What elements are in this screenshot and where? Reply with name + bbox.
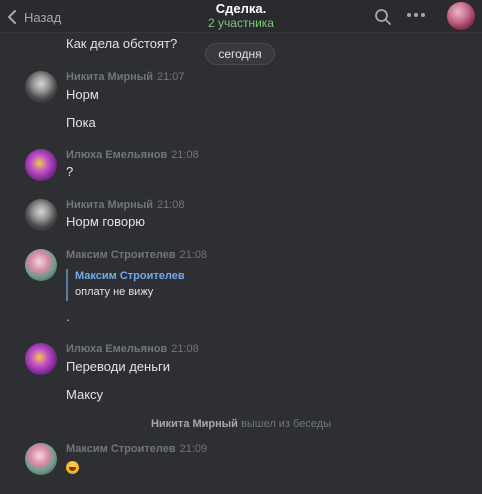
quoted-message[interactable]: Максим Строителев оплату не вижу — [66, 269, 185, 301]
message-time: 21:07 — [156, 71, 185, 83]
more-icon[interactable] — [406, 12, 426, 18]
message-text: Максу — [66, 387, 104, 402]
quote-author: Максим Строителев — [75, 270, 185, 282]
message-text: . — [66, 309, 70, 324]
author-name[interactable]: Илюха Емельянов — [66, 149, 167, 161]
message-text: Как дела обстоят? — [66, 36, 178, 51]
message-text: ? — [66, 164, 74, 179]
grinning-squint-face-icon — [66, 461, 79, 474]
chat-avatar[interactable] — [447, 2, 475, 30]
avatar[interactable] — [25, 443, 57, 475]
author-name[interactable]: Илюха Емельянов — [66, 343, 167, 355]
date-separator: сегодня — [205, 43, 275, 65]
author-name[interactable]: Никита Мирный — [66, 71, 153, 83]
message: Илюха Емельянов 21:08 Переводи деньги Мак… — [25, 343, 465, 403]
message-time: 21:08 — [179, 249, 208, 261]
message-meta: Илюха Емельянов 21:08 — [66, 149, 199, 161]
author-name[interactable]: Максим Строителев — [66, 249, 176, 261]
avatar[interactable] — [25, 343, 57, 375]
message: Никита Мирный 21:07 Норм Пока — [25, 71, 465, 131]
message-meta: Максим Строителев 21:09 — [66, 443, 207, 455]
avatar[interactable] — [25, 249, 57, 281]
message-meta: Никита Мирный 21:07 — [66, 71, 185, 83]
message-time: 21:08 — [156, 199, 185, 211]
avatar[interactable] — [25, 71, 57, 103]
message-text: Норм говорю — [66, 214, 146, 229]
message: Максим Строителев 21:09 — [25, 443, 465, 477]
message-time: 21:09 — [179, 443, 208, 455]
chat-header: Назад Сделка. 2 участника — [0, 0, 482, 33]
message-time: 21:08 — [171, 343, 199, 355]
message: Никита Мирный 21:08 Норм говорю — [25, 199, 465, 233]
quote-text: оплату не вижу — [75, 286, 154, 298]
system-message-action: вышел из беседы — [241, 418, 332, 430]
author-name[interactable]: Никита Мирный — [66, 199, 153, 211]
system-message: Никита Мирный вышел из беседы — [0, 418, 482, 430]
avatar[interactable] — [25, 149, 57, 181]
avatar[interactable] — [25, 199, 57, 231]
search-icon[interactable] — [374, 8, 392, 26]
system-message-user[interactable]: Никита Мирный — [151, 418, 238, 430]
message-text — [66, 461, 79, 477]
message-meta: Никита Мирный 21:08 — [66, 199, 185, 211]
message-meta: Максим Строителев 21:08 — [66, 249, 207, 261]
message: Илюха Емельянов 21:08 ? — [25, 149, 465, 183]
message-time: 21:08 — [171, 149, 199, 161]
message: Максим Строителев 21:08 Максим Строителев… — [25, 249, 465, 325]
participants-count[interactable]: 2 участника — [0, 16, 482, 31]
message-meta: Илюха Емельянов 21:08 — [66, 343, 199, 355]
author-name[interactable]: Максим Строителев — [66, 443, 176, 455]
message-text: Переводи деньги — [66, 359, 170, 374]
message-text: Норм — [66, 87, 99, 102]
message-text: Пока — [66, 115, 96, 130]
